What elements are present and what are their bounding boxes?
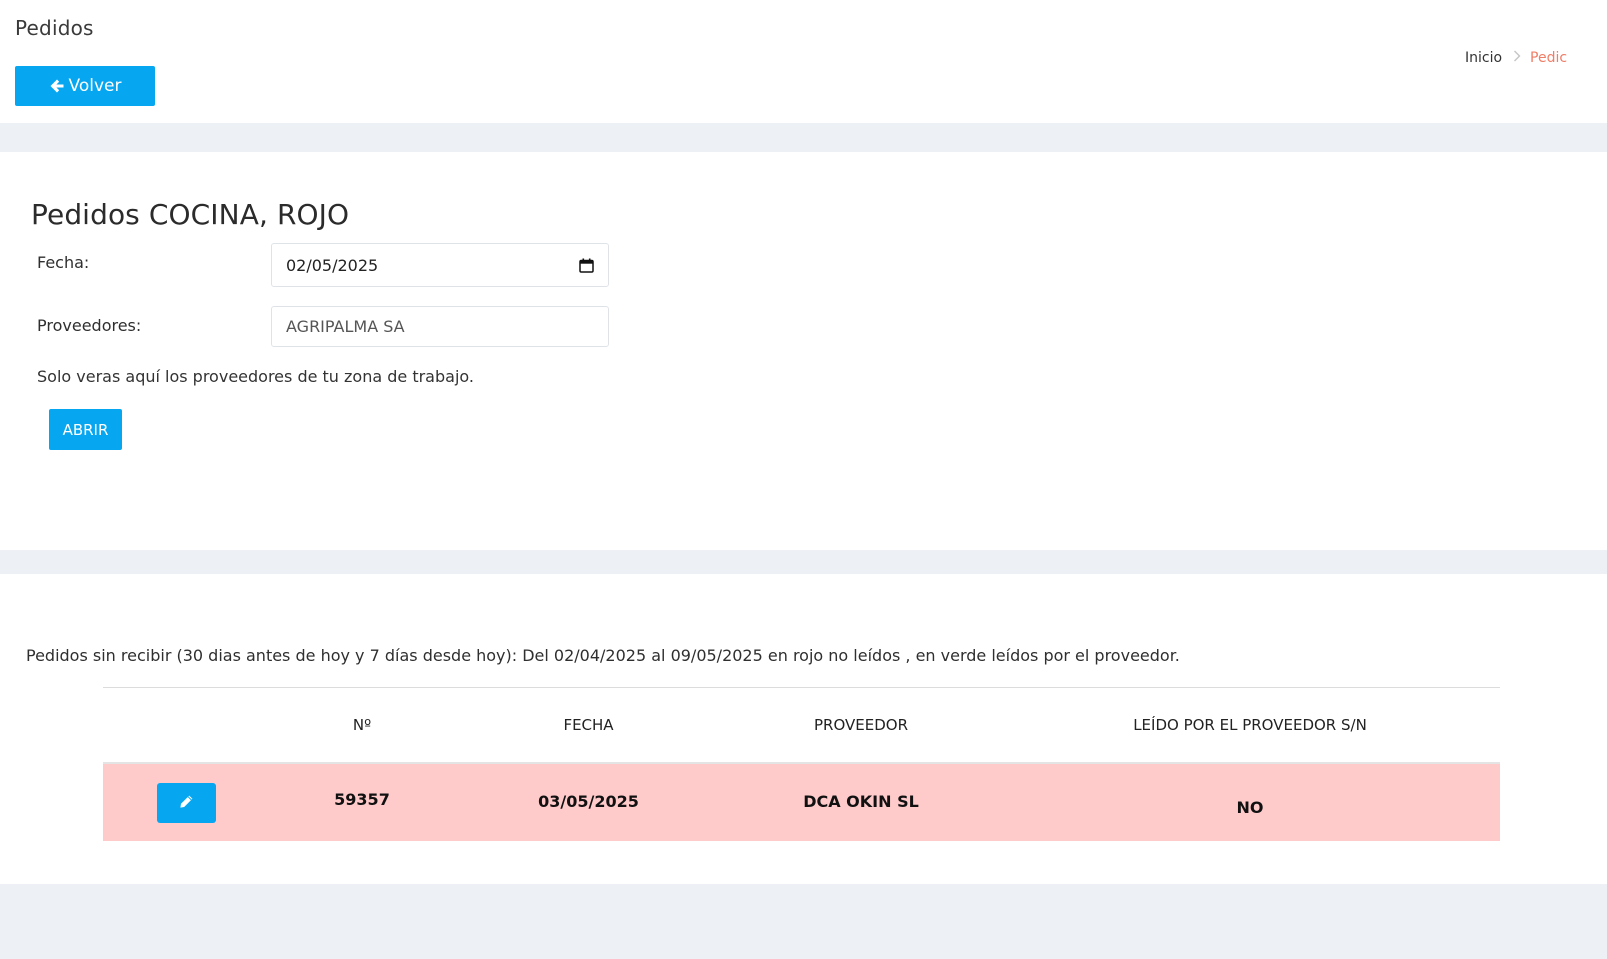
table-row: 59357 03/05/2025 DCA OKIN SL NO (103, 764, 1500, 841)
table-header: Nº FECHA PROVEEDOR LEÍDO POR EL PROVEEDO… (103, 688, 1500, 764)
edit-order-button[interactable] (157, 783, 216, 823)
column-header-number: Nº (352, 716, 372, 734)
back-button[interactable]: Volver (15, 66, 155, 106)
date-value: 02/05/2025 (286, 255, 379, 275)
order-number: 59357 (334, 789, 390, 809)
page-header: Pedidos Volver Inicio Pedic (0, 0, 1607, 123)
breadcrumb-current: Pedic (1530, 50, 1568, 66)
calendar-icon[interactable] (579, 258, 594, 273)
order-supplier: DCA OKIN SL (803, 791, 919, 811)
supplier-label: Proveedores: (37, 316, 142, 335)
date-input[interactable]: 02/05/2025 (271, 243, 609, 287)
date-label: Fecha: (37, 253, 90, 272)
pencil-icon (179, 794, 194, 812)
orders-info-text: Pedidos sin recibir (30 dias antes de ho… (26, 646, 1180, 665)
supplier-select[interactable]: AGRIPALMA SA (271, 306, 609, 347)
column-header-read: LEÍDO POR EL PROVEEDOR S/N (1133, 716, 1367, 734)
order-read-status: NO (1236, 797, 1264, 817)
order-filter-card: Pedidos COCINA, ROJO Fecha: 02/05/2025 P… (0, 152, 1607, 550)
order-date: 03/05/2025 (538, 791, 639, 811)
column-header-supplier: PROVEEDOR (813, 716, 908, 734)
column-header-actions (103, 688, 269, 762)
arrow-left-icon (49, 78, 65, 94)
pending-orders-card: Pedidos sin recibir (30 dias antes de ho… (0, 574, 1607, 884)
page-title: Pedidos (15, 16, 94, 40)
supplier-help-text: Solo veras aquí los proveedores de tu zo… (37, 367, 474, 386)
form-title: Pedidos COCINA, ROJO (31, 198, 350, 231)
breadcrumb: Inicio Pedic (1465, 50, 1567, 66)
open-button[interactable]: ABRIR (49, 409, 122, 450)
column-header-date: FECHA (563, 716, 614, 734)
chevron-right-icon (1513, 50, 1521, 66)
supplier-value: AGRIPALMA SA (286, 317, 405, 336)
orders-table: Nº FECHA PROVEEDOR LEÍDO POR EL PROVEEDO… (103, 687, 1500, 841)
breadcrumb-home-link[interactable]: Inicio (1465, 50, 1502, 66)
back-button-label: Volver (68, 76, 122, 96)
